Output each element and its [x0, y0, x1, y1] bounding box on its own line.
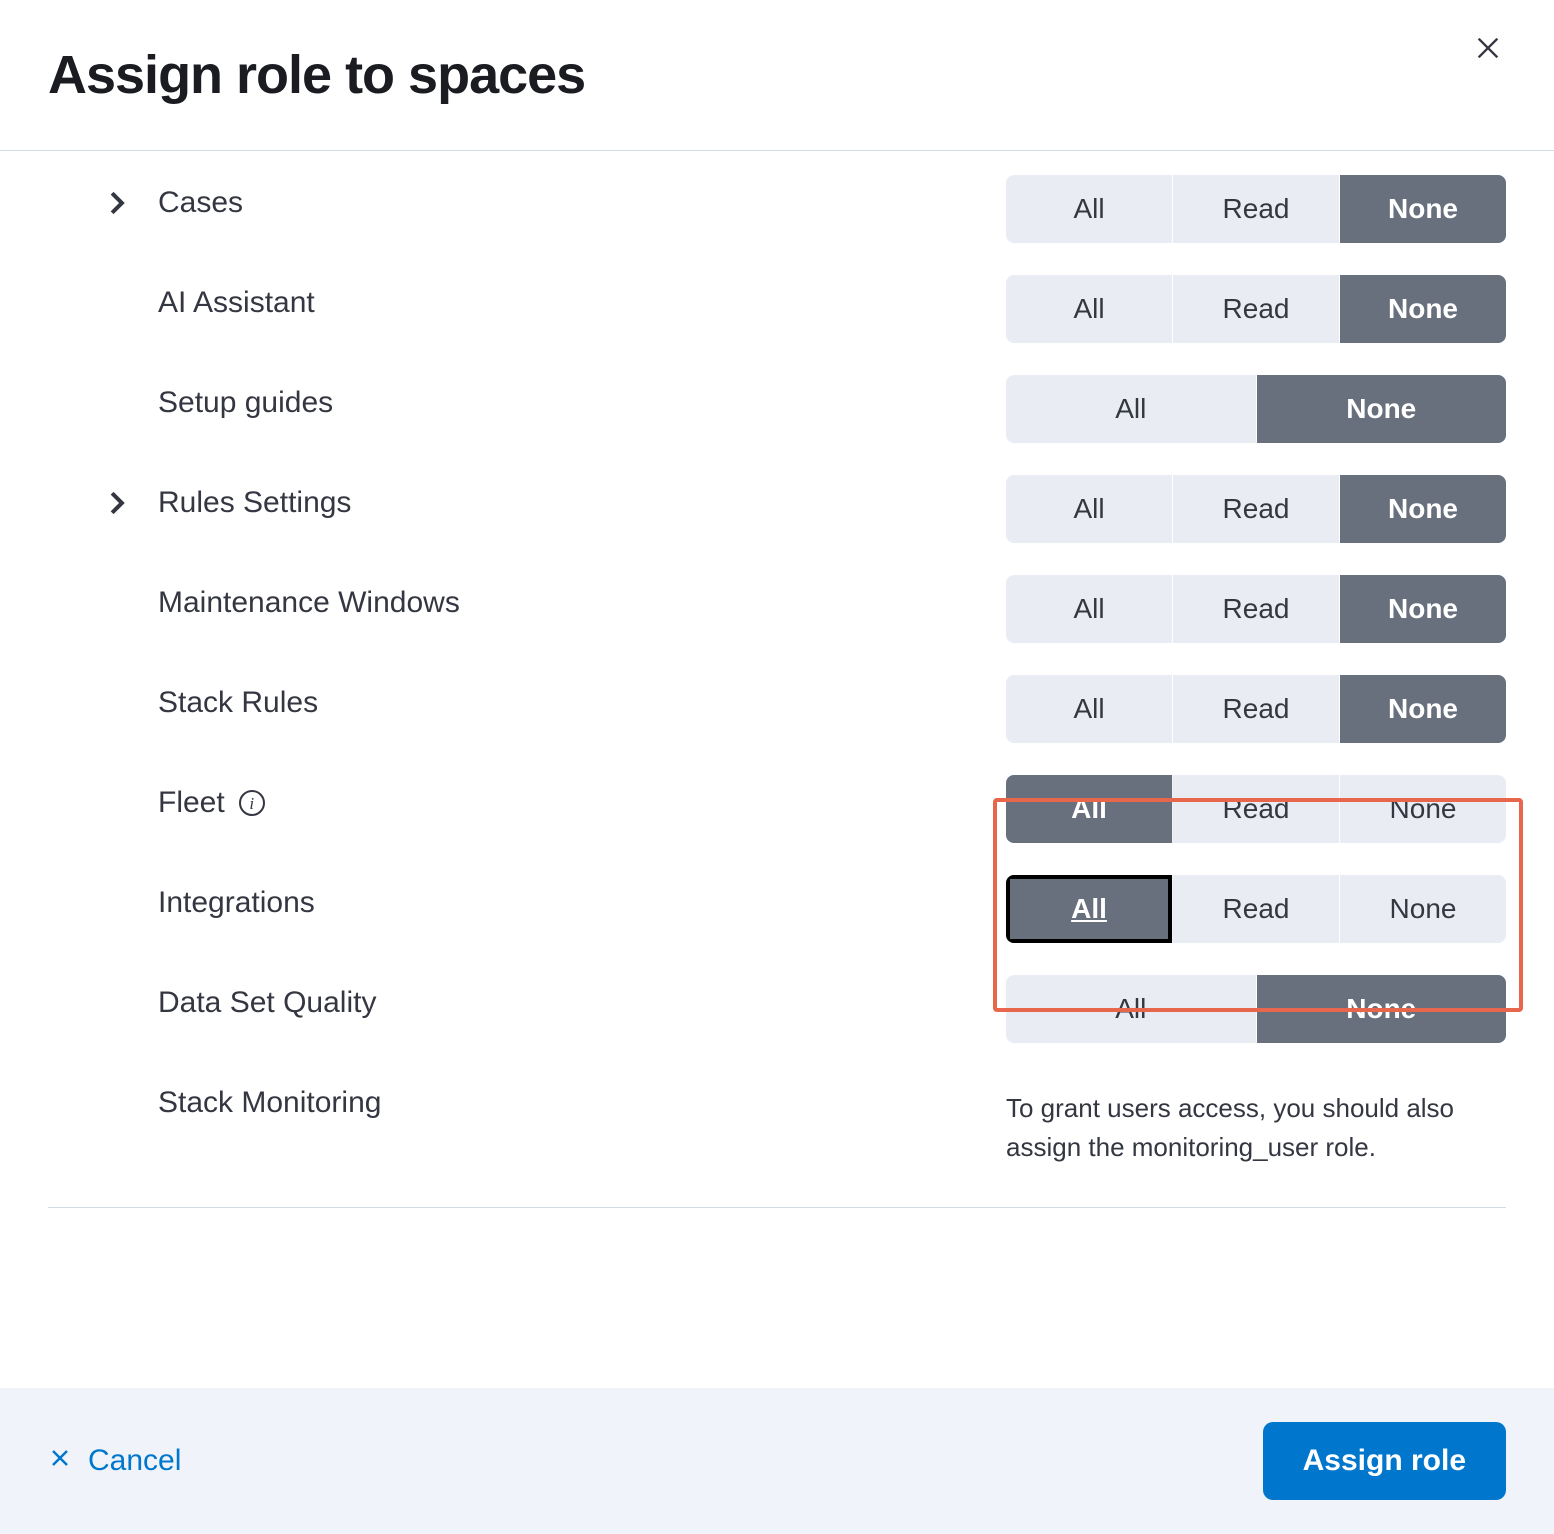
- privilege-row: Data Set Quality AllNone: [108, 951, 1506, 1051]
- privilege-toggle-group: AllReadNone: [1006, 275, 1506, 343]
- row-label: Setup guides: [158, 386, 333, 420]
- row-label-wrap: Rules Settings: [108, 475, 1006, 531]
- row-label: AI Assistant: [158, 286, 315, 320]
- row-options-column: AllReadNone: [1006, 175, 1506, 243]
- chevron-right-icon[interactable]: [108, 490, 158, 516]
- modal-footer: Cancel Assign role: [0, 1388, 1554, 1534]
- privilege-row: Rules Settings AllReadNone: [108, 451, 1506, 551]
- row-options-column: AllReadNone: [1006, 775, 1506, 843]
- cancel-button[interactable]: Cancel: [48, 1444, 181, 1478]
- privilege-option-all[interactable]: All: [1006, 175, 1173, 243]
- privilege-option-none[interactable]: None: [1340, 575, 1506, 643]
- privilege-toggle-group: AllReadNone: [1006, 875, 1506, 943]
- row-options-column: To grant users access, you should also a…: [1006, 1075, 1506, 1167]
- close-icon: [48, 1444, 72, 1478]
- privilege-option-none[interactable]: None: [1257, 975, 1507, 1043]
- privilege-rows: CasesAllReadNoneAI AssistantAllReadNoneS…: [48, 151, 1506, 1167]
- privilege-row: Setup guides AllNone: [108, 351, 1506, 451]
- privilege-option-read[interactable]: Read: [1173, 575, 1340, 643]
- privilege-toggle-group: AllReadNone: [1006, 175, 1506, 243]
- privilege-option-none[interactable]: None: [1340, 875, 1506, 943]
- row-label: Rules Settings: [158, 486, 351, 520]
- privilege-toggle-group: AllNone: [1006, 375, 1506, 443]
- cancel-label: Cancel: [88, 1444, 181, 1478]
- row-label-wrap: Stack Rules: [108, 675, 1006, 731]
- chevron-right-icon[interactable]: [108, 190, 158, 216]
- row-label-wrap: Maintenance Windows: [108, 575, 1006, 631]
- close-icon: [1474, 33, 1502, 69]
- row-options-column: AllReadNone: [1006, 875, 1506, 943]
- privilege-option-all[interactable]: All: [1006, 875, 1173, 943]
- privilege-row: Stack Rules AllReadNone: [108, 651, 1506, 751]
- privilege-option-none[interactable]: None: [1340, 275, 1506, 343]
- privilege-option-all[interactable]: All: [1006, 575, 1173, 643]
- row-options-column: AllReadNone: [1006, 575, 1506, 643]
- privilege-toggle-group: AllReadNone: [1006, 675, 1506, 743]
- row-label: Cases: [158, 186, 243, 220]
- privilege-option-read[interactable]: Read: [1173, 175, 1340, 243]
- modal-title: Assign role to spaces: [48, 44, 585, 106]
- row-label: Stack Rules: [158, 686, 318, 720]
- row-label-wrap: Stack Monitoring: [108, 1075, 1006, 1131]
- modal-header: Assign role to spaces: [0, 0, 1554, 151]
- row-label-wrap: Setup guides: [108, 375, 1006, 431]
- privilege-option-read[interactable]: Read: [1173, 875, 1340, 943]
- privilege-option-read[interactable]: Read: [1173, 675, 1340, 743]
- privilege-toggle-group: AllReadNone: [1006, 575, 1506, 643]
- privilege-toggle-group: AllNone: [1006, 975, 1506, 1043]
- privilege-toggle-group: AllReadNone: [1006, 775, 1506, 843]
- row-options-column: AllNone: [1006, 975, 1506, 1043]
- row-label-wrap: Fleeti: [108, 775, 1006, 831]
- footer-divider: [48, 1207, 1506, 1208]
- privilege-row: Integrations AllReadNone: [108, 851, 1506, 951]
- row-label-wrap: Integrations: [108, 875, 1006, 931]
- info-icon[interactable]: i: [239, 790, 265, 816]
- privilege-option-read[interactable]: Read: [1173, 275, 1340, 343]
- row-label: Fleet: [158, 786, 225, 820]
- row-label-wrap: Data Set Quality: [108, 975, 1006, 1031]
- privilege-row: AI Assistant AllReadNone: [108, 251, 1506, 351]
- privilege-option-none[interactable]: None: [1340, 775, 1506, 843]
- privilege-option-all[interactable]: All: [1006, 475, 1173, 543]
- close-button[interactable]: [1470, 30, 1506, 71]
- privilege-option-none[interactable]: None: [1340, 475, 1506, 543]
- assign-role-button[interactable]: Assign role: [1263, 1422, 1506, 1500]
- privilege-option-all[interactable]: All: [1006, 775, 1173, 843]
- row-label: Maintenance Windows: [158, 586, 460, 620]
- row-options-column: AllReadNone: [1006, 675, 1506, 743]
- privilege-option-all[interactable]: All: [1006, 675, 1173, 743]
- privilege-option-all[interactable]: All: [1006, 975, 1257, 1043]
- privilege-option-all[interactable]: All: [1006, 275, 1173, 343]
- row-label: Integrations: [158, 886, 315, 920]
- row-helper-text: To grant users access, you should also a…: [1006, 1089, 1506, 1167]
- privilege-option-none[interactable]: None: [1257, 375, 1507, 443]
- row-label: Data Set Quality: [158, 986, 376, 1020]
- row-label-wrap: AI Assistant: [108, 275, 1006, 331]
- privilege-row: FleetiAllReadNone: [108, 751, 1506, 851]
- privilege-option-all[interactable]: All: [1006, 375, 1257, 443]
- row-label-wrap: Cases: [108, 175, 1006, 231]
- privilege-option-none[interactable]: None: [1340, 675, 1506, 743]
- privilege-row: Cases AllReadNone: [108, 151, 1506, 251]
- row-options-column: AllReadNone: [1006, 275, 1506, 343]
- privilege-row: Maintenance Windows AllReadNone: [108, 551, 1506, 651]
- privilege-toggle-group: AllReadNone: [1006, 475, 1506, 543]
- privilege-row: Stack Monitoring To grant users access, y…: [108, 1051, 1506, 1167]
- privilege-option-read[interactable]: Read: [1173, 475, 1340, 543]
- privilege-option-none[interactable]: None: [1340, 175, 1506, 243]
- row-options-column: AllNone: [1006, 375, 1506, 443]
- row-label: Stack Monitoring: [158, 1086, 381, 1120]
- privilege-option-read[interactable]: Read: [1173, 775, 1340, 843]
- row-options-column: AllReadNone: [1006, 475, 1506, 543]
